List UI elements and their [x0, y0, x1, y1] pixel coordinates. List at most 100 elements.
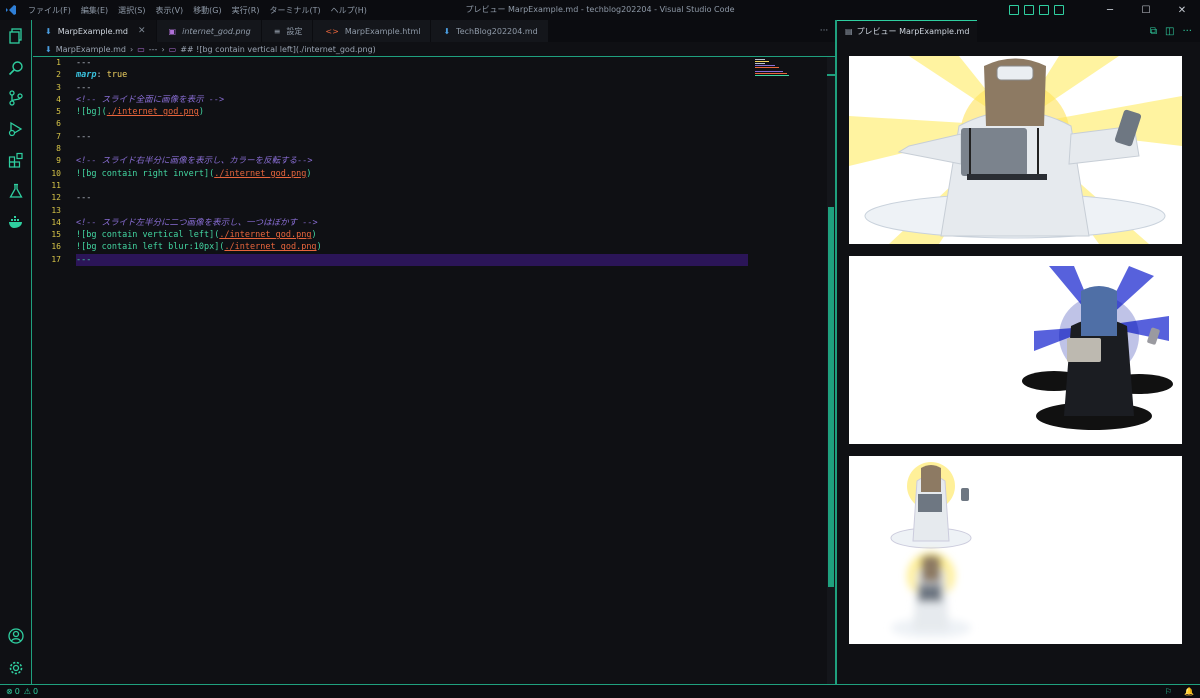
- breadcrumb-heading[interactable]: ## ![bg contain vertical left](./interne…: [180, 45, 376, 54]
- tab-preview[interactable]: ▤ プレビュー MarpExample.md: [837, 20, 978, 42]
- customize-layout-icon[interactable]: [1054, 5, 1064, 15]
- line-number: 6: [56, 119, 61, 129]
- code-line[interactable]: <!-- スライド右半分に画像を表示し、カラーを反転する-->: [76, 155, 748, 167]
- code-line[interactable]: [76, 118, 748, 130]
- testing-flask-icon[interactable]: [6, 181, 26, 201]
- extensions-icon[interactable]: [6, 150, 26, 170]
- code-content[interactable]: --- marp: true --- <!-- スライド全面に画像を表示 -->…: [76, 57, 748, 267]
- error-count[interactable]: 0: [15, 687, 20, 696]
- settings-gear-icon[interactable]: [6, 658, 26, 678]
- close-button[interactable]: ✕: [1164, 0, 1200, 20]
- code-line[interactable]: ---: [76, 131, 748, 143]
- breadcrumb-separator: ›: [130, 44, 134, 54]
- open-source-icon[interactable]: ⧉: [1150, 26, 1157, 37]
- menu-edit[interactable]: 編集(E): [81, 5, 108, 16]
- run-debug-icon[interactable]: [6, 119, 26, 139]
- sharp-image: [890, 462, 972, 549]
- editor-scrollbar[interactable]: [827, 57, 835, 684]
- menu-selection[interactable]: 選択(S): [118, 5, 145, 16]
- scrollbar-thumb[interactable]: [828, 207, 834, 587]
- code-line[interactable]: [76, 205, 748, 217]
- image-syntax: ): [311, 230, 317, 241]
- image-link[interactable]: ./internet_god.png: [224, 242, 316, 252]
- menu-terminal[interactable]: ターミナル(T): [269, 5, 320, 16]
- more-actions-icon[interactable]: ···: [1182, 26, 1192, 37]
- code-editor[interactable]: 1 2 3 4 5 6 7 8 9 10 11 12 13 14 15 16 1…: [33, 57, 835, 684]
- code-line[interactable]: <!-- スライド左半分に二つ画像を表示し、一つはぼかす -->: [76, 217, 748, 229]
- minimap-line: [755, 67, 779, 68]
- minimize-button[interactable]: ─: [1092, 0, 1128, 20]
- slide-3: [849, 456, 1182, 644]
- code-line[interactable]: ![bg contain right invert](./internet_go…: [76, 168, 748, 180]
- front-matter-delimiter: ---: [76, 58, 92, 68]
- menu-run[interactable]: 実行(R): [232, 5, 260, 16]
- image-alt-text: bg contain left blur:10px: [86, 242, 215, 253]
- symbol-icon: ▭: [168, 44, 177, 54]
- preview-icon: ▤: [845, 27, 853, 36]
- marp-preview[interactable]: [837, 42, 1200, 684]
- toggle-panel-icon[interactable]: [1024, 5, 1034, 15]
- source-control-icon[interactable]: [6, 88, 26, 108]
- tab-label: MarpExample.html: [344, 26, 421, 36]
- menu-file[interactable]: ファイル(F): [28, 5, 71, 16]
- tab-marpexample-html[interactable]: <> MarpExample.html: [313, 20, 432, 42]
- menu-help[interactable]: ヘルプ(H): [331, 5, 367, 16]
- search-icon[interactable]: [6, 58, 26, 78]
- warning-count[interactable]: 0: [33, 687, 38, 696]
- breadcrumb: ⬇ MarpExample.md › ▭ --- › ▭ ## ![bg con…: [33, 42, 835, 57]
- docker-icon[interactable]: [6, 212, 26, 232]
- code-line[interactable]: <!-- スライド全面に画像を表示 -->: [76, 94, 748, 106]
- yaml-key: marp: [76, 70, 97, 81]
- code-line[interactable]: ![bg](./internet_god.png): [76, 106, 748, 118]
- tab-label: TechBlog202204.md: [456, 26, 538, 36]
- image-syntax: ![: [76, 168, 87, 179]
- menu-view[interactable]: 表示(V): [155, 5, 183, 16]
- minimap[interactable]: [753, 57, 827, 684]
- code-line[interactable]: ![bg contain vertical left](./internet_g…: [76, 229, 748, 241]
- tab-marpexample-md[interactable]: ⬇ MarpExample.md ✕: [33, 20, 157, 42]
- notifications-bell-icon[interactable]: 🔔: [1184, 687, 1194, 696]
- accounts-icon[interactable]: [6, 626, 26, 646]
- minimap-line: [755, 65, 775, 66]
- split-editor-icon[interactable]: ◫: [1165, 26, 1174, 37]
- line-number: 16: [51, 242, 61, 252]
- close-tab-icon[interactable]: ✕: [138, 26, 146, 36]
- html-comment: <!-- スライド右半分に画像を表示し、カラーを反転する-->: [76, 156, 313, 167]
- maximize-button[interactable]: ☐: [1128, 0, 1164, 20]
- tab-label: プレビュー MarpExample.md: [856, 27, 970, 36]
- code-line[interactable]: [76, 143, 748, 155]
- tab-techblog-md[interactable]: ⬇ TechBlog202204.md: [431, 20, 549, 42]
- image-link[interactable]: ./internet_god.png: [107, 107, 199, 117]
- inverted-internet-god-image: [1022, 266, 1173, 430]
- image-syntax: ](: [209, 230, 220, 241]
- explorer-icon[interactable]: [6, 26, 26, 46]
- image-syntax: ](: [214, 242, 225, 253]
- toggle-sidebar-icon[interactable]: [1009, 5, 1019, 15]
- line-number: 13: [51, 205, 61, 215]
- remote-icon[interactable]: ⚐: [1165, 687, 1172, 696]
- breadcrumb-file[interactable]: MarpExample.md: [56, 45, 126, 54]
- blurred-image: [891, 552, 971, 638]
- toggle-secondary-sidebar-icon[interactable]: [1039, 5, 1049, 15]
- slide-separator: ---: [76, 131, 92, 142]
- code-line[interactable]: ---: [76, 192, 748, 204]
- code-line[interactable]: [76, 180, 748, 192]
- settings-file-icon: ≡: [273, 26, 281, 36]
- code-line[interactable]: ![bg contain left blur:10px](./internet_…: [76, 241, 748, 253]
- minimap-line: [755, 75, 789, 76]
- warning-icon[interactable]: ⚠: [24, 687, 31, 696]
- image-file-icon: ▣: [168, 26, 177, 36]
- image-link[interactable]: ./internet_god.png: [219, 230, 311, 240]
- code-line[interactable]: ---: [76, 57, 748, 69]
- image-link[interactable]: ./internet_god.png: [214, 169, 306, 179]
- error-icon[interactable]: ⊗: [6, 687, 13, 696]
- menu-go[interactable]: 移動(G): [193, 5, 221, 16]
- breadcrumb-section[interactable]: ---: [149, 45, 158, 54]
- tab-internet-god-png[interactable]: ▣ internet_god.png: [156, 20, 262, 42]
- markdown-file-icon: ⬇: [443, 26, 451, 36]
- code-line[interactable]: marp: true: [76, 69, 748, 81]
- code-line[interactable]: ---: [76, 82, 748, 94]
- tab-settings[interactable]: ≡ 設定: [261, 20, 314, 42]
- more-actions-icon[interactable]: ···: [813, 20, 835, 42]
- current-code-line[interactable]: ---: [76, 253, 748, 267]
